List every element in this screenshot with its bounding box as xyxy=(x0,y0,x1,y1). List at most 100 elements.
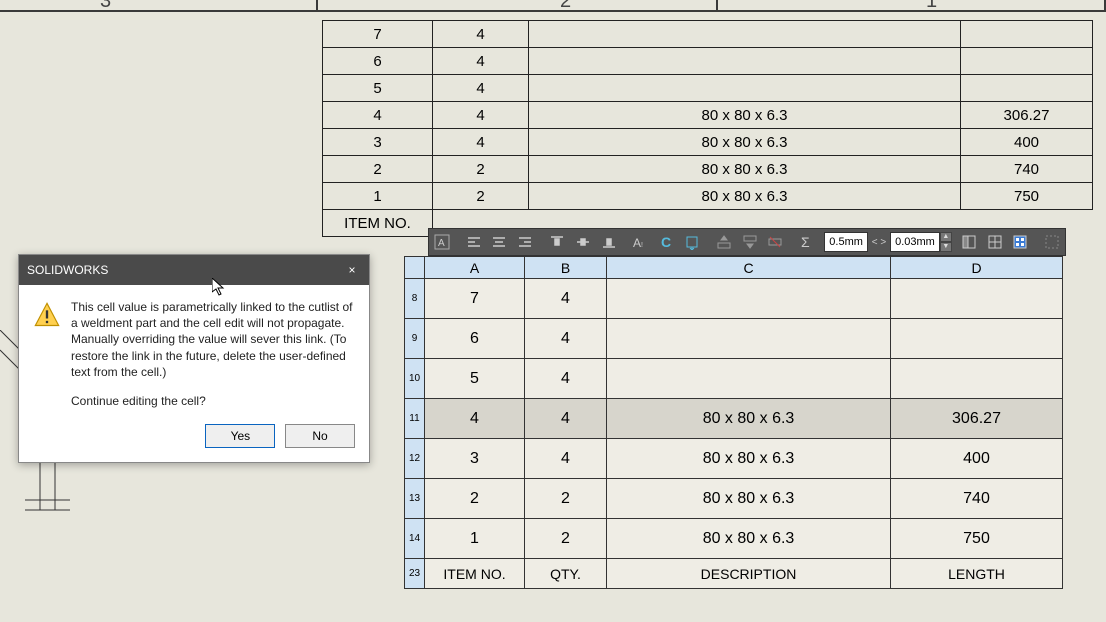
col-header-A[interactable]: A xyxy=(425,257,525,279)
dialog-parametric-warning: SOLIDWORKS × This cell value is parametr… xyxy=(18,254,370,463)
sheet-cell[interactable] xyxy=(607,279,891,319)
row-header[interactable]: 12 xyxy=(405,439,425,479)
sheet-cell[interactable]: 7 xyxy=(425,279,525,319)
row-header[interactable]: 23 xyxy=(405,559,425,589)
svg-text:A: A xyxy=(633,236,641,250)
zone-label-2: 2 xyxy=(560,0,571,13)
height-spinner[interactable]: ▲▼ xyxy=(940,232,952,252)
row-header[interactable]: 13 xyxy=(405,479,425,519)
bom-cell: 4 xyxy=(433,102,529,129)
bom-cell: 80 x 80 x 6.3 xyxy=(529,156,961,183)
sheet-cell[interactable]: 4 xyxy=(525,319,607,359)
col-header-D[interactable]: D xyxy=(891,257,1063,279)
col-header-B[interactable]: B xyxy=(525,257,607,279)
sheet-cell[interactable]: 4 xyxy=(525,399,607,439)
row-height-input[interactable] xyxy=(890,232,940,252)
dialog-close-button[interactable]: × xyxy=(343,261,361,279)
sheet-cell[interactable]: 80 x 80 x 6.3 xyxy=(607,479,891,519)
insert-above-icon[interactable] xyxy=(712,231,736,253)
sheet-cell[interactable]: 80 x 80 x 6.3 xyxy=(607,399,891,439)
width-stepper[interactable]: < > xyxy=(869,231,889,253)
text-height-icon[interactable]: A! xyxy=(629,231,653,253)
sheet-cell[interactable]: 5 xyxy=(425,359,525,399)
row-header[interactable]: 11 xyxy=(405,399,425,439)
no-button[interactable]: No xyxy=(285,424,355,448)
lock-column-icon[interactable] xyxy=(957,231,981,253)
sheet-header-cell[interactable]: QTY. xyxy=(525,559,607,589)
corner-cell[interactable] xyxy=(405,257,425,279)
table-options-icon[interactable] xyxy=(1008,231,1032,253)
bom-cell: 4 xyxy=(323,102,433,129)
row-header[interactable]: 10 xyxy=(405,359,425,399)
sheet-cell[interactable]: 80 x 80 x 6.3 xyxy=(607,519,891,559)
svg-text:A: A xyxy=(438,238,445,249)
align-right-icon[interactable] xyxy=(513,231,537,253)
sheet-cell[interactable]: 750 xyxy=(891,519,1063,559)
table-format-toolbar: A A! C Σ < > ▲▼ xyxy=(428,228,1066,256)
sheet-cell[interactable]: 4 xyxy=(425,399,525,439)
row-header[interactable]: 14 xyxy=(405,519,425,559)
sheet-header-cell[interactable]: DESCRIPTION xyxy=(607,559,891,589)
sheet-cell[interactable]: 400 xyxy=(891,439,1063,479)
sheet-cell[interactable]: 3 xyxy=(425,439,525,479)
svg-text:!: ! xyxy=(641,242,643,249)
sheet-cell[interactable] xyxy=(891,319,1063,359)
row-header[interactable]: 9 xyxy=(405,319,425,359)
column-width-input[interactable] xyxy=(824,232,868,252)
bom-edit-table[interactable]: A B C D 8749641054114480 x 80 x 6.3306.2… xyxy=(404,256,1063,589)
fit-text-icon[interactable] xyxy=(983,231,1007,253)
text-c-icon[interactable]: C xyxy=(654,231,678,253)
bom-cell: 400 xyxy=(961,129,1093,156)
align-center-icon[interactable] xyxy=(488,231,512,253)
sheet-cell[interactable]: 4 xyxy=(525,359,607,399)
bom-header-itemno: ITEM NO. xyxy=(323,210,433,237)
bom-cell: 2 xyxy=(433,183,529,210)
svg-text:Σ: Σ xyxy=(801,234,810,250)
bom-cell xyxy=(961,48,1093,75)
delete-row-icon[interactable] xyxy=(764,231,788,253)
sheet-header-cell[interactable]: LENGTH xyxy=(891,559,1063,589)
bom-cell: 7 xyxy=(323,21,433,48)
yes-button[interactable]: Yes xyxy=(205,424,275,448)
align-left-icon[interactable] xyxy=(462,231,486,253)
valign-middle-icon[interactable] xyxy=(571,231,595,253)
bom-cell xyxy=(529,75,961,102)
bom-cell: 80 x 80 x 6.3 xyxy=(529,102,961,129)
bom-cell xyxy=(961,75,1093,102)
bom-cell: 4 xyxy=(433,75,529,102)
sheet-cell[interactable]: 4 xyxy=(525,439,607,479)
bom-cell: 1 xyxy=(323,183,433,210)
sum-icon[interactable]: Σ xyxy=(795,231,819,253)
bom-cell: 750 xyxy=(961,183,1093,210)
sheet-cell[interactable]: 740 xyxy=(891,479,1063,519)
row-header[interactable]: 8 xyxy=(405,279,425,319)
bom-cell: 740 xyxy=(961,156,1093,183)
bom-cell: 6 xyxy=(323,48,433,75)
sheet-cell[interactable]: 2 xyxy=(525,479,607,519)
sheet-cell[interactable]: 2 xyxy=(425,479,525,519)
sheet-cell[interactable]: 1 xyxy=(425,519,525,559)
sheet-cell[interactable] xyxy=(607,359,891,399)
sheet-cell[interactable]: 2 xyxy=(525,519,607,559)
bom-cell xyxy=(529,48,961,75)
table-style-icon[interactable]: A xyxy=(430,231,454,253)
sheet-header-cell[interactable]: ITEM NO. xyxy=(425,559,525,589)
bom-cell: 3 xyxy=(323,129,433,156)
sheet-cell[interactable]: 306.27 xyxy=(891,399,1063,439)
col-header-C[interactable]: C xyxy=(607,257,891,279)
insert-below-icon[interactable] xyxy=(738,231,762,253)
bom-table-drawing: 7464544480 x 80 x 6.3306.273480 x 80 x 6… xyxy=(322,20,1093,237)
sheet-cell[interactable]: 6 xyxy=(425,319,525,359)
sheet-cell[interactable] xyxy=(607,319,891,359)
more-options-icon[interactable] xyxy=(1040,231,1064,253)
sheet-cell[interactable]: 80 x 80 x 6.3 xyxy=(607,439,891,479)
bom-cell: 4 xyxy=(433,21,529,48)
valign-top-icon[interactable] xyxy=(545,231,569,253)
bom-cell: 4 xyxy=(433,129,529,156)
sheet-cell[interactable]: 4 xyxy=(525,279,607,319)
valign-bottom-icon[interactable] xyxy=(597,231,621,253)
sheet-cell[interactable] xyxy=(891,359,1063,399)
sheet-cell[interactable] xyxy=(891,279,1063,319)
dialog-title: SOLIDWORKS xyxy=(27,263,108,277)
text-rotate-icon[interactable] xyxy=(680,231,704,253)
